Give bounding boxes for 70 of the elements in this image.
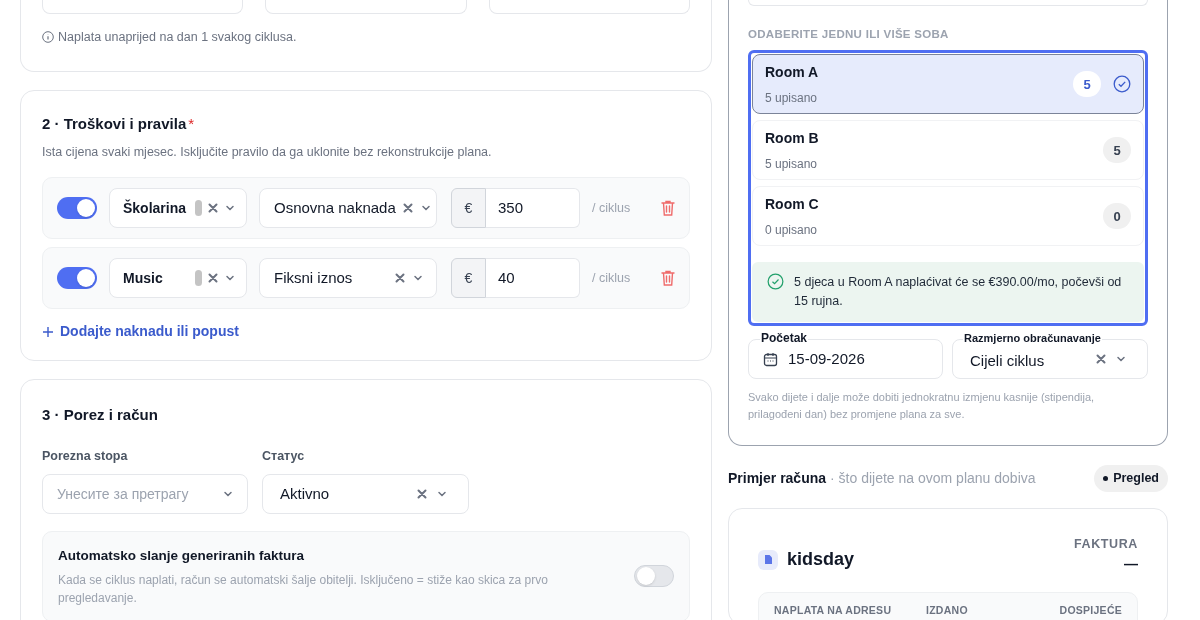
brand-name: kidsday [787, 548, 855, 572]
clear-icon[interactable] [207, 202, 219, 214]
clear-icon[interactable] [416, 488, 428, 501]
count-badge: 0 [1103, 203, 1131, 230]
plus-icon [42, 325, 54, 338]
room-option[interactable]: Room A 5 upisano 5 [752, 54, 1144, 115]
scroll-thumb [195, 270, 202, 286]
info-icon [42, 31, 54, 44]
tax-rate-select[interactable]: Унесите за претрагу [42, 474, 248, 515]
field-label: Porezna stopa [42, 447, 129, 465]
billing-note: Naplata unaprijed na dan 1 svakog ciklusa. [58, 29, 297, 46]
add-fee-label[interactable]: Dodajte naknadu ili popust [60, 321, 239, 342]
section-description: Ista cijena svaki mjesec. Isključite pravilo da ga uklonite bez rekonstrukcije plana. [42, 144, 493, 162]
enrolled-count: 5 upisano [765, 89, 819, 107]
category-select[interactable]: Školarina [109, 188, 247, 228]
count-badge: 5 [1103, 137, 1131, 164]
enrolled-count: 0 upisano [765, 221, 819, 239]
section-title: 2 · Troškovi i pravila [42, 113, 187, 134]
status-badge: Pregled [1094, 465, 1168, 493]
required-mark: * [188, 113, 195, 134]
floating-label: Razmjerno obračunavanje [963, 331, 1102, 346]
room-option[interactable]: Room B 5 upisano 5 [752, 120, 1144, 181]
period-label: / ciklus [592, 269, 631, 287]
input-field[interactable] [488, 0, 690, 14]
document-label: FAKTURA [1073, 536, 1138, 554]
toggle-switch[interactable] [57, 267, 97, 289]
check-circle-icon [767, 273, 784, 291]
room-name: Room B [765, 128, 820, 148]
setting-title: Automatsko slanje generiranih faktura [58, 547, 306, 566]
invoice-number: — [1124, 555, 1138, 574]
calendar-icon [763, 351, 778, 367]
trash-icon[interactable] [660, 269, 677, 287]
enrolled-count: 5 upisano [765, 155, 819, 173]
period-label: / ciklus [592, 199, 631, 217]
summary-text: 5 djeca u Room A naplaćivat će se €390.00/mo, počevši od 15 rujna. [794, 274, 1123, 311]
column-heading: DOSPIJEĆE [1059, 603, 1122, 618]
status-select[interactable]: Aktivno [262, 474, 469, 515]
check-circle-icon [1113, 75, 1131, 94]
setting-description: Kada se ciklus naplati, račun se automatski šalje obitelji. Isključeno = stiže kao skica za prvo pregledavanje. [58, 571, 549, 607]
trash-icon[interactable] [660, 199, 677, 217]
amount-field[interactable]: 40 [486, 258, 580, 298]
preview-subtitle: · što dijete na ovom planu dobiva [830, 469, 1037, 489]
clear-icon[interactable] [207, 272, 219, 284]
clear-icon[interactable] [401, 202, 414, 214]
preview-title: Primjer računa [728, 469, 827, 489]
amount-field[interactable]: 350 [486, 188, 580, 228]
section-heading: ODABERITE JEDNU ILI VIŠE SOBA [748, 27, 950, 42]
currency-addon: € [451, 258, 486, 298]
input-field[interactable] [265, 0, 467, 14]
room-name: Room A [765, 62, 820, 82]
room-name: Room C [765, 194, 820, 214]
clear-icon[interactable] [1095, 353, 1107, 366]
section-title: 3 · Porez i račun [42, 405, 159, 425]
input-field[interactable] [42, 0, 244, 14]
currency-addon: € [451, 188, 486, 228]
toggle-switch[interactable] [57, 197, 97, 219]
type-select[interactable]: Osnovna naknada [259, 188, 437, 228]
column-heading: NAPLATA NA ADRESU [774, 603, 893, 618]
add-fee-link[interactable]: Dodajte naknadu ili popust [42, 321, 690, 342]
category-select[interactable]: Music [109, 258, 247, 298]
field-label: Статус [262, 447, 306, 465]
toggle-switch[interactable] [634, 565, 674, 588]
help-text: Svako dijete i dalje može dobiti jednokratnu izmjenu kasnije (stipendija, prilagođeni dan) bez promjene plana za sve. [748, 390, 1096, 423]
clear-icon[interactable] [394, 272, 406, 284]
room-option[interactable]: Room C 0 upisano 0 [752, 186, 1144, 247]
column-heading: IZDANO [926, 603, 969, 618]
count-badge: 5 [1073, 71, 1101, 98]
scroll-thumb [195, 200, 202, 216]
logo-icon [758, 549, 778, 570]
type-select[interactable]: Fiksni iznos [259, 258, 437, 298]
